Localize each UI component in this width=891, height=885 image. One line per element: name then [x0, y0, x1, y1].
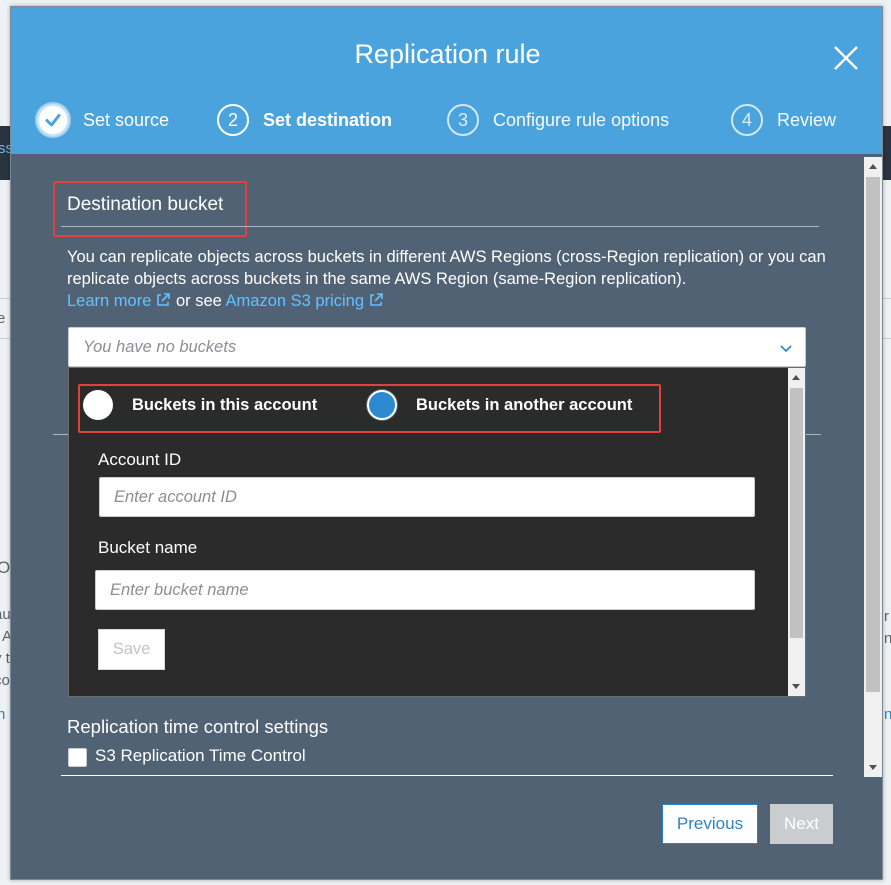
radio-another-account[interactable] — [367, 390, 397, 420]
scroll-down-arrow-icon[interactable] — [869, 765, 877, 770]
background-link-fragment: n — [884, 706, 891, 723]
section-title: Destination bucket — [67, 194, 224, 215]
s3-pricing-link[interactable]: Amazon S3 pricing — [226, 292, 385, 310]
dropdown-scrollbar[interactable] — [788, 368, 805, 696]
scrollbar-thumb[interactable] — [866, 177, 880, 692]
external-link-icon — [370, 293, 383, 306]
replication-rule-modal: Replication rule Set source 2 Set destin… — [10, 6, 883, 880]
scroll-up-arrow-icon[interactable] — [792, 375, 800, 380]
external-link-icon — [157, 293, 171, 306]
background-text-fragment: r — [884, 608, 889, 625]
step-label: Set destination — [263, 109, 393, 130]
description-text: You can replicate objects across buckets… — [67, 248, 826, 288]
step-number: 2 — [217, 104, 249, 136]
step-label: Review — [777, 109, 837, 130]
radio-label-this-account[interactable]: Buckets in this account — [132, 396, 317, 415]
destination-description: You can replicate objects across buckets… — [67, 246, 827, 312]
step-configure-rule-options[interactable]: 3 Configure rule options — [447, 104, 670, 136]
background-text-fragment: y t — [0, 650, 10, 667]
or-see-text: or see — [175, 292, 222, 310]
modal-title: Replication rule — [354, 39, 541, 69]
scroll-down-arrow-icon[interactable] — [792, 684, 800, 689]
radio-label-another-account[interactable]: Buckets in another account — [416, 396, 632, 415]
background-text-fragment: co — [0, 672, 10, 689]
close-icon[interactable] — [832, 44, 860, 72]
background-text-fragment: n — [884, 630, 891, 647]
account-id-label: Account ID — [98, 450, 182, 469]
learn-more-link[interactable]: Learn more — [67, 292, 171, 310]
next-button[interactable]: Next — [770, 804, 833, 844]
step-label: Configure rule options — [493, 109, 670, 130]
step-set-destination[interactable]: 2 Set destination — [217, 104, 393, 136]
bucket-dropdown-panel: Buckets in this account Buckets in anoth… — [68, 367, 806, 697]
chevron-down-icon — [780, 345, 792, 353]
rtc-checkbox-label[interactable]: S3 Replication Time Control — [95, 746, 306, 766]
background-text-fragment: e — [0, 310, 6, 327]
save-button[interactable]: Save — [98, 629, 165, 670]
radio-this-account[interactable] — [83, 390, 113, 420]
section-divider — [61, 775, 833, 776]
background-text-fragment: O — [0, 558, 11, 577]
rtc-checkbox[interactable] — [68, 748, 87, 767]
bucket-name-label: Bucket name — [98, 538, 198, 557]
content-scrollbar[interactable] — [864, 157, 882, 777]
step-number: 4 — [731, 104, 763, 136]
previous-button[interactable]: Previous — [662, 804, 758, 844]
scroll-up-arrow-icon[interactable] — [869, 164, 877, 169]
step-number: 3 — [447, 104, 479, 136]
background-link-fragment: n — [0, 706, 6, 723]
section-divider — [61, 226, 819, 227]
rtc-section-title: Replication time control settings — [67, 716, 329, 737]
check-icon — [37, 104, 69, 136]
account-id-input[interactable] — [99, 477, 755, 517]
modal-content: Destination bucket You can replicate obj… — [11, 154, 882, 879]
step-label: Set source — [83, 109, 170, 130]
bucket-name-input[interactable] — [95, 570, 755, 610]
scrollbar-thumb[interactable] — [790, 388, 803, 638]
select-placeholder: You have no buckets — [83, 338, 237, 356]
step-review[interactable]: 4 Review — [731, 104, 837, 136]
destination-bucket-select[interactable]: You have no buckets — [68, 327, 806, 367]
modal-header: Replication rule Set source 2 Set destin… — [11, 7, 882, 154]
step-set-source[interactable]: Set source — [37, 104, 170, 136]
